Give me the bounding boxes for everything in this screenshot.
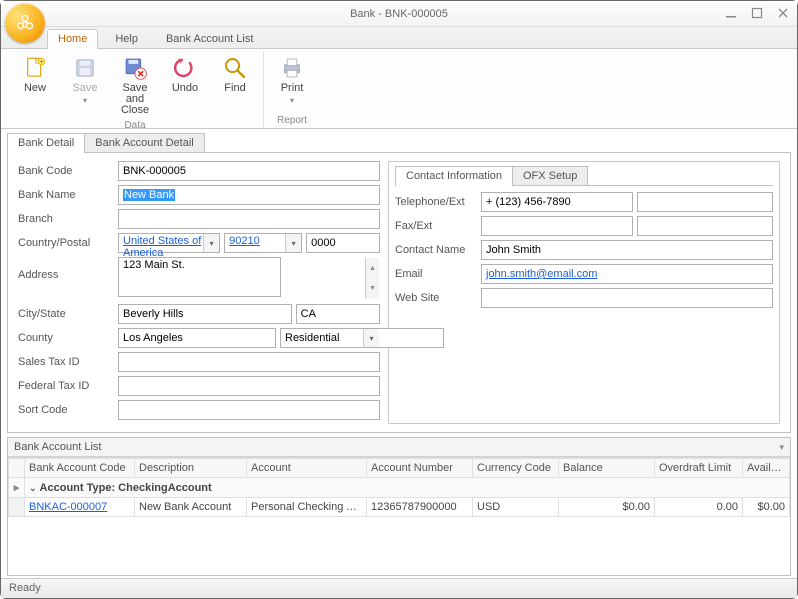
titlebar: Bank - BNK-000005 (1, 1, 797, 27)
close-button[interactable] (775, 5, 791, 21)
branch-label: Branch (18, 213, 118, 225)
save-icon (72, 55, 98, 81)
chevron-down-icon[interactable]: ▾ (203, 234, 219, 252)
bank-account-list-panel: Bank Account List ▾ Bank Account Code De… (7, 437, 791, 576)
new-button[interactable]: New (11, 51, 59, 120)
bank-name-label: Bank Name (18, 189, 118, 201)
maximize-button[interactable] (749, 5, 765, 21)
federal-tax-id-label: Federal Tax ID (18, 380, 118, 392)
bank-fields-left: Bank Code Bank Name New Bank Branch Coun… (18, 161, 380, 424)
col-account-number[interactable]: Account Number (367, 459, 473, 478)
tab-help[interactable]: Help (104, 29, 149, 49)
fax-label: Fax/Ext (395, 220, 481, 232)
city-state-label: City/State (18, 308, 118, 320)
fax-ext-field[interactable] (637, 216, 773, 236)
window-title: Bank - BNK-000005 (1, 8, 797, 20)
detail-tabs: Bank Detail Bank Account Detail (7, 133, 791, 153)
undo-icon (172, 55, 198, 81)
sales-tax-id-field[interactable] (118, 352, 380, 372)
contact-panel: Contact Information OFX Setup Telephone/… (388, 161, 780, 424)
email-field[interactable]: john.smith@email.com (481, 264, 773, 284)
contact-name-field[interactable] (481, 240, 773, 260)
chevron-down-icon[interactable]: ▾ (363, 329, 379, 347)
col-account[interactable]: Account (247, 459, 367, 478)
table-row[interactable]: BNKAC-000007 New Bank Account Personal C… (9, 498, 790, 517)
tab-ofx-setup[interactable]: OFX Setup (512, 166, 588, 185)
scroll-down-icon[interactable]: ▼ (365, 279, 379, 300)
app-menu-button[interactable] (5, 3, 45, 43)
bank-code-label: Bank Code (18, 165, 118, 177)
print-icon (279, 55, 305, 81)
status-text: Ready (9, 582, 41, 594)
collapse-panel-icon[interactable]: ▾ (779, 442, 784, 453)
postal-ext-field[interactable] (306, 233, 380, 253)
county-label: County (18, 332, 118, 344)
bank-account-grid: Bank Account Code Description Account Ac… (8, 458, 790, 517)
telephone-ext-field[interactable] (637, 192, 773, 212)
sort-code-label: Sort Code (18, 404, 118, 416)
scroll-up-icon[interactable]: ▲ (365, 258, 379, 279)
website-field[interactable] (481, 288, 773, 308)
bank-account-code-link[interactable]: BNKAC-000007 (29, 501, 107, 513)
city-field[interactable] (118, 304, 292, 324)
find-icon (222, 55, 248, 81)
find-button[interactable]: Find (211, 51, 259, 120)
country-postal-label: Country/Postal (18, 237, 118, 249)
chevron-down-icon[interactable]: ▾ (285, 234, 301, 252)
telephone-label: Telephone/Ext (395, 196, 481, 208)
group-row[interactable]: ▸ ⌄Account Type: CheckingAccount (9, 478, 790, 498)
tab-contact-info[interactable]: Contact Information (395, 166, 513, 185)
col-balance[interactable]: Balance (559, 459, 655, 478)
state-field[interactable] (296, 304, 380, 324)
ribbon: New Save ▾ Save and Close Undo Find Data (1, 49, 797, 129)
content-area: Bank Detail Bank Account Detail Bank Cod… (7, 133, 791, 576)
bank-account-list-title: Bank Account List (14, 441, 101, 453)
website-label: Web Site (395, 292, 481, 304)
tab-bank-detail[interactable]: Bank Detail (7, 133, 85, 152)
new-icon (22, 55, 48, 81)
telephone-field[interactable] (481, 192, 633, 212)
minimize-button[interactable] (723, 5, 739, 21)
chevron-down-icon: ▾ (83, 96, 87, 105)
save-close-icon (122, 55, 148, 81)
sales-tax-id-label: Sales Tax ID (18, 356, 118, 368)
col-overdraft[interactable]: Overdraft Limit (655, 459, 743, 478)
col-currency[interactable]: Currency Code (473, 459, 559, 478)
bank-detail-panel: Bank Code Bank Name New Bank Branch Coun… (7, 153, 791, 433)
expand-icon[interactable]: ⌄ (29, 483, 37, 494)
email-label: Email (395, 268, 481, 280)
ribbon-tabs: Home Help Bank Account List (1, 27, 797, 49)
addr-type-combo[interactable] (280, 328, 444, 348)
save-button[interactable]: Save ▾ (61, 51, 109, 120)
chevron-down-icon: ▾ (290, 96, 294, 105)
ribbon-group-report: Report (268, 115, 316, 128)
status-bar: Ready (1, 578, 797, 598)
federal-tax-id-field[interactable] (118, 376, 380, 396)
col-description[interactable]: Description (135, 459, 247, 478)
app-logo-icon (14, 12, 36, 34)
fax-field[interactable] (481, 216, 633, 236)
col-bank-account-code[interactable]: Bank Account Code (25, 459, 135, 478)
address-field[interactable]: 123 Main St. (118, 257, 281, 297)
tab-home[interactable]: Home (47, 29, 98, 49)
print-button[interactable]: Print ▾ (268, 51, 316, 115)
row-header-cell (9, 459, 25, 478)
col-available[interactable]: Available Funds (743, 459, 790, 478)
contact-name-label: Contact Name (395, 244, 481, 256)
address-label: Address (18, 257, 118, 281)
bank-name-field[interactable]: New Bank (118, 185, 380, 205)
sort-code-field[interactable] (118, 400, 380, 420)
branch-field[interactable] (118, 209, 380, 229)
ribbon-group-data: Data (11, 120, 259, 133)
address-scroll[interactable]: ▲▼ (365, 258, 379, 299)
save-and-close-button[interactable]: Save and Close (111, 51, 159, 120)
bank-code-field[interactable] (118, 161, 380, 181)
undo-button[interactable]: Undo (161, 51, 209, 120)
county-field[interactable] (118, 328, 276, 348)
tab-bank-account-detail[interactable]: Bank Account Detail (84, 133, 204, 152)
tab-bank-account-list[interactable]: Bank Account List (155, 29, 264, 49)
